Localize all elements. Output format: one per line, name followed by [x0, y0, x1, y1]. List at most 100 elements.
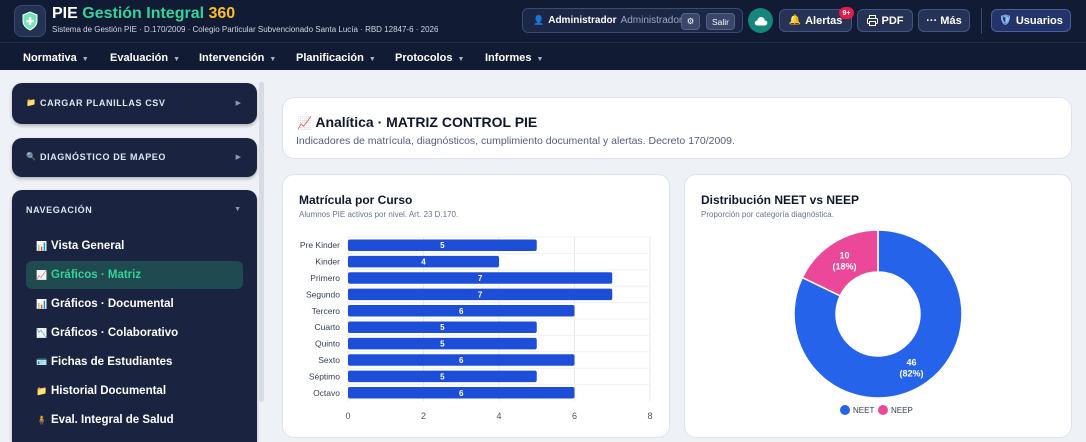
neet-neep-chart-card: Distribución NEET vs NEEP Proporción por…	[684, 174, 1072, 438]
app-logo	[14, 5, 46, 37]
chart-down-icon: 📉	[36, 327, 48, 338]
slice-percent-label: (82%)	[900, 368, 924, 378]
slice-value-label: 10	[839, 251, 849, 261]
chevron-down-icon: ▼	[269, 56, 277, 63]
sidebar-item-historial-documental[interactable]: 📁 Historial Documental	[26, 377, 243, 405]
bar-value-label: 6	[459, 307, 464, 316]
legend-label: NEEP	[891, 406, 913, 415]
chevron-right-icon: ▶	[235, 154, 241, 161]
brand: PIE Gestión Integral 360 Sistema de Gest…	[52, 5, 438, 34]
trend-chart-icon: 📈	[297, 116, 312, 130]
search-icon: 🔍	[26, 152, 37, 161]
folder-icon: 📁	[26, 98, 37, 107]
category-label: Primero	[310, 273, 340, 283]
x-tick-label: 0	[345, 411, 350, 421]
chevron-down-icon: ▼	[81, 56, 89, 63]
shield-plus-icon	[22, 11, 38, 31]
navigation-heading: NAVEGACIÓN	[26, 205, 93, 215]
nav-informes[interactable]: Informes ▼	[485, 52, 543, 64]
sidebar-item-graficos-documental[interactable]: 📊 Gráficos · Documental	[26, 290, 243, 318]
category-label: Pre Kinder	[300, 240, 340, 250]
person-icon: 🧍	[36, 414, 48, 425]
folder-icon: 📁	[36, 385, 48, 396]
more-button[interactable]: ··· Más	[918, 9, 970, 32]
enrollment-bar-chart: 0 2 4 6 8 Pre Kinder 5 Kinder 4 Primero 7 Segundo 7 T…	[300, 236, 653, 421]
mapping-diagnostic-panel[interactable]: 🔍 DIAGNÓSTICO DE MAPEO ▶	[12, 138, 257, 177]
sidebar-item-graficos-colaborativo[interactable]: 📉 Gráficos · Colaborativo	[26, 319, 243, 347]
nav-protocolos[interactable]: Protocolos ▼	[395, 52, 464, 64]
neet-neep-donut-chart: 46(82%) 10(18%) NEET NEEP	[793, 229, 963, 415]
pdf-button[interactable]: PDF	[857, 9, 913, 32]
sidebar-item-eval-salud[interactable]: 🧍 Eval. Integral de Salud	[26, 406, 243, 434]
chevron-down-icon: ▼	[536, 56, 544, 63]
category-label: Séptimo	[309, 371, 340, 381]
category-label: Segundo	[306, 289, 340, 299]
bar-value-label: 5	[440, 323, 445, 332]
nav-normativa[interactable]: Normativa ▼	[23, 52, 89, 64]
enrollment-chart-card: Matrícula por Curso Alumnos PIE activos …	[282, 174, 670, 438]
chevron-down-icon: ▼	[368, 56, 376, 63]
user-icon: 👤	[533, 15, 545, 25]
csv-upload-label: CARGAR PLANILLAS CSV	[40, 98, 166, 108]
bar-chart-icon: 📊	[36, 298, 48, 309]
header-divider	[981, 8, 982, 34]
nav-evaluacion[interactable]: Evaluación ▼	[110, 52, 180, 64]
legend-swatch	[840, 405, 850, 415]
bar-value-label: 6	[459, 389, 464, 398]
logout-button[interactable]: Salir	[706, 13, 735, 30]
shield-icon: 🛡	[999, 15, 1012, 26]
app-title: PIE Gestión Integral 360	[52, 5, 236, 22]
id-card-icon: 🪪	[36, 356, 48, 367]
bar-chart-icon: 📊	[36, 240, 48, 251]
category-label: Octavo	[313, 388, 340, 398]
sidebar-scrollbar[interactable]	[259, 82, 264, 402]
page-header-card: 📈 Analítica · MATRIZ CONTROL PIE Indicad…	[282, 97, 1072, 159]
main-nav: Normativa ▼ Evaluación ▼ Intervención ▼ Pla…	[0, 42, 1086, 70]
sidebar-item-vista-general[interactable]: 📊 Vista General	[26, 232, 243, 260]
bar-value-label: 7	[478, 290, 483, 299]
printer-icon	[866, 15, 878, 26]
bell-icon: 🔔	[788, 15, 802, 26]
user-role: Administrador	[548, 15, 617, 26]
legend-label: NEET	[853, 406, 874, 415]
nav-intervencion[interactable]: Intervención ▼	[199, 52, 276, 64]
settings-button[interactable]: ⚙	[681, 13, 700, 30]
category-label: Cuarto	[314, 322, 340, 332]
app-subtitle: Sistema de Gestión PIE · D.170/2009 · Co…	[52, 25, 439, 34]
category-label: Sexto	[318, 355, 340, 365]
chevron-down-icon[interactable]: ▼	[234, 206, 241, 213]
sidebar-item-fichas-estudiantes[interactable]: 🪪 Fichas de Estudiantes	[26, 348, 243, 376]
category-label: Quinto	[315, 339, 340, 349]
bar-value-label: 7	[478, 274, 483, 283]
x-tick-label: 2	[421, 411, 426, 421]
legend-swatch	[878, 405, 888, 415]
navigation-panel: NAVEGACIÓN ▼ 📊 Vista General 📈 Gráficos …	[12, 190, 257, 442]
slice-percent-label: (18%)	[832, 262, 856, 272]
bar-value-label: 4	[421, 258, 426, 267]
page-subtitle: Indicadores de matrícula, diagnósticos, …	[296, 135, 735, 147]
bar-value-label: 5	[440, 340, 445, 349]
nav-planificacion[interactable]: Planificación ▼	[296, 52, 376, 64]
cloud-icon	[754, 16, 767, 25]
category-label: Kinder	[315, 257, 340, 267]
x-tick-label: 6	[572, 411, 577, 421]
x-tick-label: 4	[496, 411, 501, 421]
user-name: Administrador	[620, 15, 683, 26]
cloud-sync-button[interactable]	[748, 8, 773, 33]
trend-chart-icon: 📈	[36, 269, 48, 280]
bar-value-label: 6	[459, 356, 464, 365]
page-title: 📈 Analítica · MATRIZ CONTROL PIE	[297, 114, 538, 130]
chevron-right-icon: ▶	[235, 100, 241, 107]
slice-value-label: 46	[907, 357, 917, 367]
top-header: PIE Gestión Integral 360 Sistema de Gest…	[0, 0, 1086, 42]
x-tick-label: 8	[647, 411, 652, 421]
alerts-badge: 9+	[839, 7, 854, 19]
category-label: Tercero	[312, 306, 341, 316]
chevron-down-icon: ▼	[173, 56, 181, 63]
users-button[interactable]: 🛡 Usuarios	[991, 9, 1071, 32]
chevron-down-icon: ▼	[457, 56, 465, 63]
user-box: 👤 Administrador Administrador ⚙ Salir	[522, 8, 743, 33]
csv-upload-panel[interactable]: 📁 CARGAR PLANILLAS CSV ▶	[12, 83, 257, 124]
sidebar-item-graficos-matriz[interactable]: 📈 Gráficos · Matriz	[26, 261, 243, 289]
mapping-diagnostic-label: DIAGNÓSTICO DE MAPEO	[40, 152, 167, 162]
